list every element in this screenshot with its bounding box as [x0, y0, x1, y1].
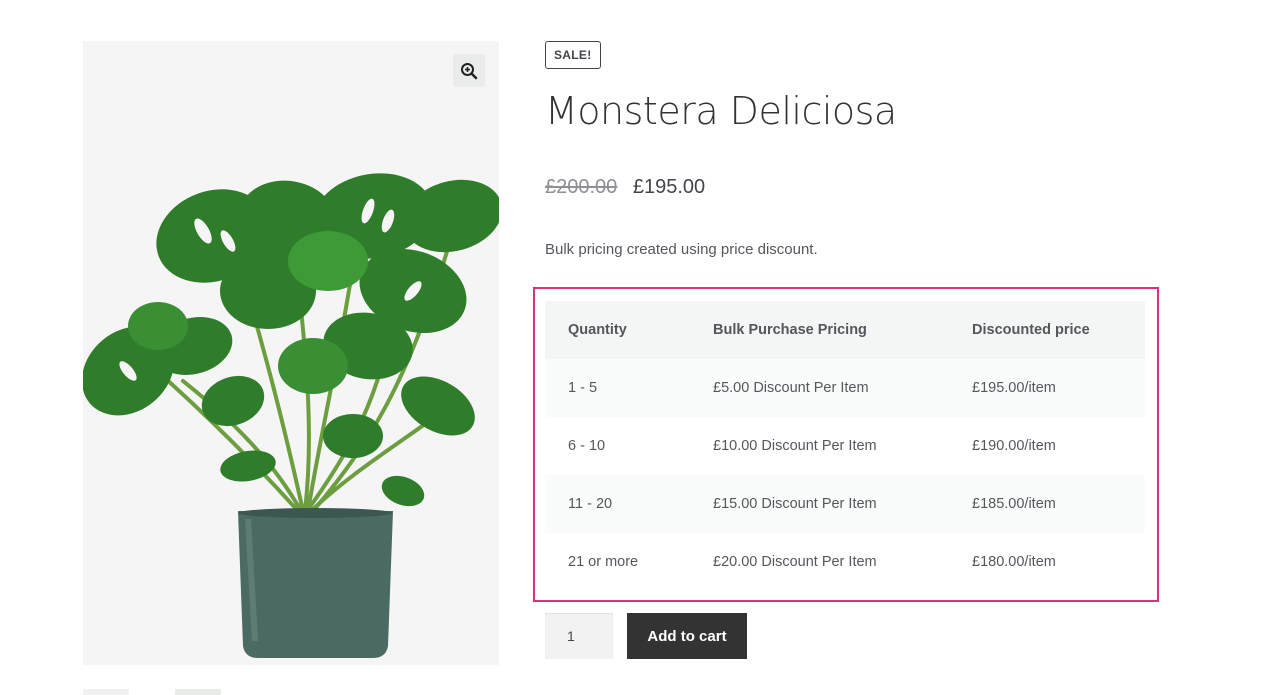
bulk-pricing-table: Quantity Bulk Purchase Pricing Discounte…	[545, 301, 1145, 591]
table-row: 21 or more £20.00 Discount Per Item £180…	[545, 533, 1145, 591]
thumbnail-2[interactable]	[175, 689, 221, 695]
cell-discounted-price: £180.00/item	[949, 533, 1145, 591]
gallery-thumbnails	[83, 689, 303, 695]
quantity-input[interactable]	[545, 613, 613, 659]
table-row: 6 - 10 £10.00 Discount Per Item £190.00/…	[545, 417, 1145, 475]
thumbnail-1[interactable]	[83, 689, 129, 695]
short-description: Bulk pricing created using price discoun…	[545, 241, 818, 258]
cell-bulk-pricing: £20.00 Discount Per Item	[690, 533, 949, 591]
product-image-gallery[interactable]	[83, 41, 499, 665]
table-row: 11 - 20 £15.00 Discount Per Item £185.00…	[545, 475, 1145, 533]
cell-quantity: 1 - 5	[545, 359, 690, 417]
zoom-in-icon	[461, 62, 478, 79]
product-title: Monstera Deliciosa	[545, 89, 897, 133]
table-row: 1 - 5 £5.00 Discount Per Item £195.00/it…	[545, 359, 1145, 417]
product-page: SALE! Monstera Deliciosa £200.00 £195.00…	[0, 0, 1262, 695]
cell-bulk-pricing: £5.00 Discount Per Item	[690, 359, 949, 417]
cell-quantity: 11 - 20	[545, 475, 690, 533]
cell-bulk-pricing: £15.00 Discount Per Item	[690, 475, 949, 533]
header-discounted-price: Discounted price	[949, 301, 1145, 359]
product-image-monstera	[83, 173, 499, 658]
cell-discounted-price: £185.00/item	[949, 475, 1145, 533]
table-header-row: Quantity Bulk Purchase Pricing Discounte…	[545, 301, 1145, 359]
cell-quantity: 6 - 10	[545, 417, 690, 475]
header-bulk-pricing: Bulk Purchase Pricing	[690, 301, 949, 359]
sale-badge: SALE!	[545, 41, 601, 69]
original-price: £200.00	[545, 176, 618, 198]
cell-bulk-pricing: £10.00 Discount Per Item	[690, 417, 949, 475]
cell-discounted-price: £195.00/item	[949, 359, 1145, 417]
zoom-button[interactable]	[453, 54, 485, 87]
price: £200.00 £195.00	[545, 173, 705, 201]
add-to-cart-button[interactable]: Add to cart	[627, 613, 747, 659]
cell-discounted-price: £190.00/item	[949, 417, 1145, 475]
cell-quantity: 21 or more	[545, 533, 690, 591]
header-quantity: Quantity	[545, 301, 690, 359]
sale-price: £195.00	[632, 176, 706, 198]
